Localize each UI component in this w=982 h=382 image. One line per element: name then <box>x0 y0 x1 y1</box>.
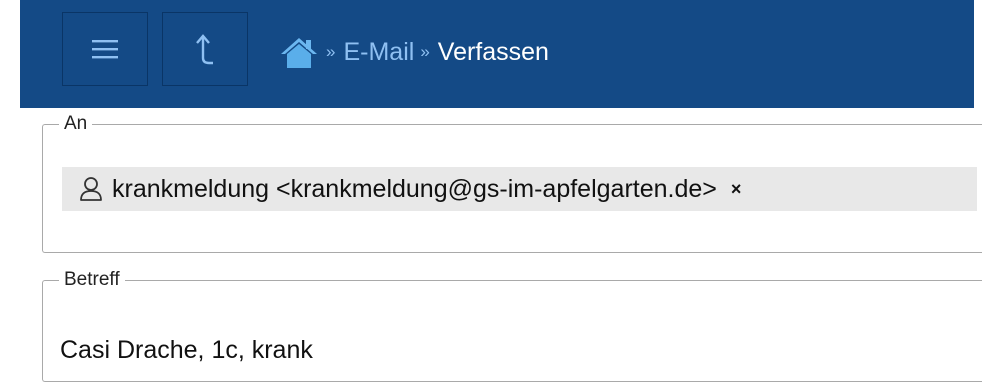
breadcrumb-separator: » <box>420 42 430 61</box>
menu-icon <box>92 40 118 59</box>
subject-input[interactable]: Casi Drache, 1c, krank <box>60 336 313 365</box>
up-arrow-icon <box>196 34 213 65</box>
recipients-label: An <box>64 113 88 134</box>
remove-recipient-button[interactable]: × <box>731 179 742 200</box>
home-link[interactable] <box>278 35 320 69</box>
breadcrumb-separator: » <box>326 42 336 61</box>
home-icon <box>281 38 317 68</box>
menu-button[interactable] <box>62 12 148 86</box>
recipients-field[interactable]: An krankmeldung <krankmeldung@gs-im-apfe… <box>42 114 982 253</box>
subject-field[interactable]: Betreff Casi Drache, 1c, krank <box>42 270 982 382</box>
top-bar: » E-Mail » Verfassen <box>20 0 974 108</box>
person-icon <box>78 176 104 202</box>
up-button[interactable] <box>162 12 248 86</box>
subject-label: Betreff <box>64 269 120 290</box>
breadcrumb: » E-Mail » Verfassen <box>278 32 549 72</box>
breadcrumb-email[interactable]: E-Mail <box>343 38 414 67</box>
recipient-text: krankmeldung <krankmeldung@gs-im-apfelga… <box>112 174 717 203</box>
breadcrumb-current: Verfassen <box>437 37 549 66</box>
recipient-chip[interactable]: krankmeldung <krankmeldung@gs-im-apfelga… <box>62 167 977 211</box>
